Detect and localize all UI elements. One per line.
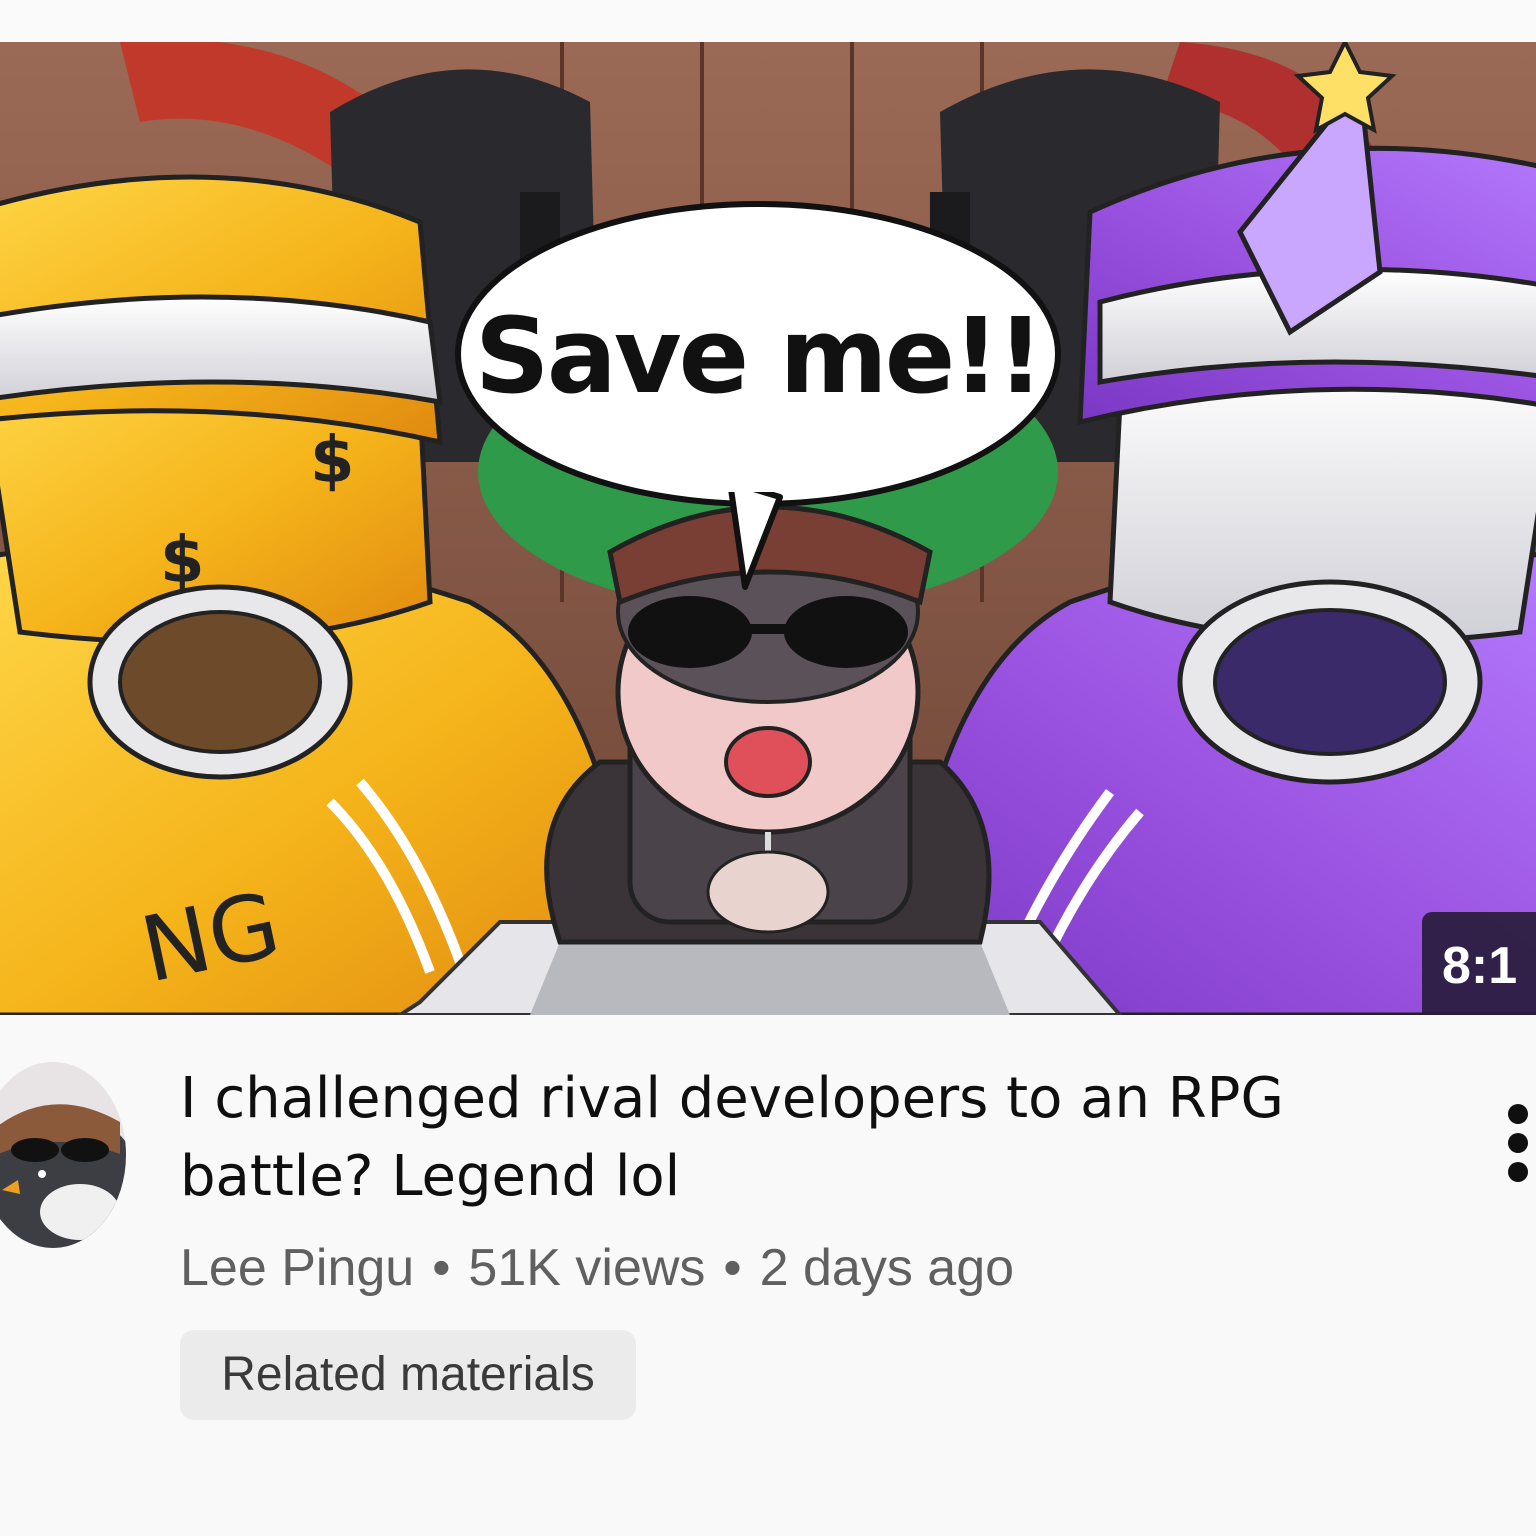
more-vert-icon: [1508, 1104, 1528, 1124]
svg-text:$: $: [160, 524, 205, 598]
video-metadata: Lee Pingu • 51K views • 2 days ago: [180, 1236, 1014, 1300]
view-count: 51K views: [468, 1239, 706, 1297]
more-vert-icon: [1508, 1162, 1528, 1182]
video-card: $ $ NG Save me!! 8:1 I challenged rival …: [0, 0, 1536, 1536]
related-materials-chip[interactable]: Related materials: [180, 1330, 636, 1420]
duration-badge: 8:1: [1422, 912, 1536, 1015]
separator: •: [432, 1239, 451, 1297]
upload-age: 2 days ago: [759, 1239, 1015, 1297]
top-strip: [0, 0, 1536, 42]
thumbnail-illustration: $ $ NG Save me!!: [0, 42, 1536, 1015]
more-vert-icon: [1508, 1133, 1528, 1153]
speech-bubble-text: Save me!!: [475, 295, 1041, 417]
svg-text:$: $: [310, 424, 355, 498]
channel-name[interactable]: Lee Pingu: [180, 1239, 414, 1297]
more-options-button[interactable]: [1500, 1098, 1536, 1188]
video-title[interactable]: I challenged rival developers to an RPG …: [180, 1060, 1380, 1216]
video-thumbnail[interactable]: $ $ NG Save me!! 8:1: [0, 42, 1536, 1015]
separator: •: [723, 1239, 742, 1297]
penguin-avatar-icon: [0, 1062, 126, 1248]
channel-avatar[interactable]: [0, 1062, 126, 1248]
